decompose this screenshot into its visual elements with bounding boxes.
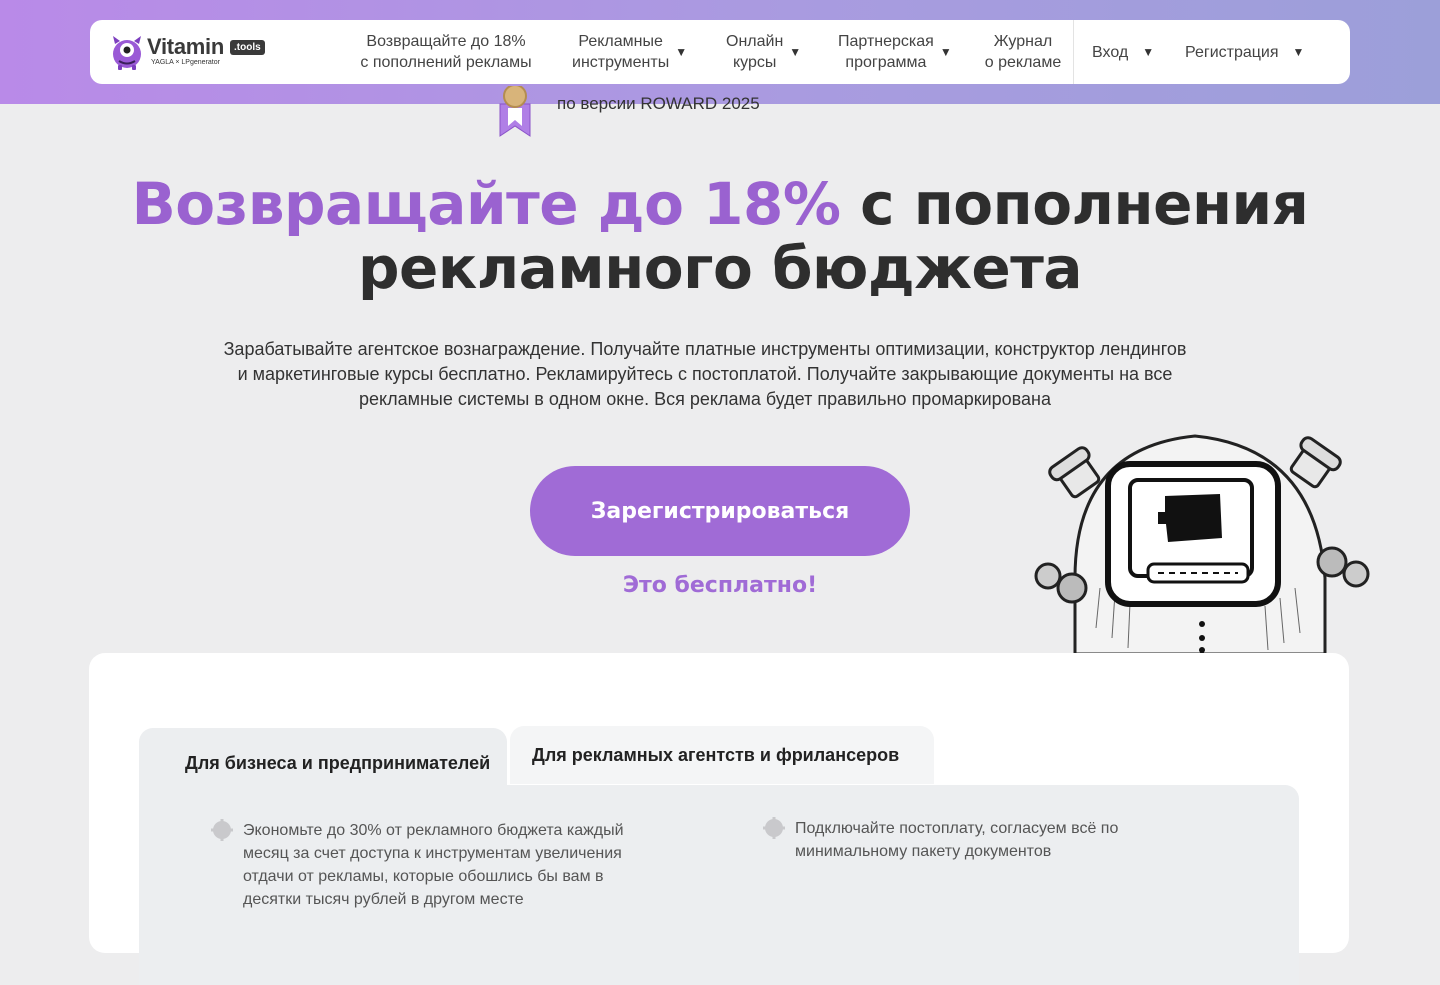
feature-item: Подключайте постоплату, согласуем всё по… [763,817,1165,863]
hero-title: Возвращайте до 18% с пополнения рекламно… [0,172,1440,300]
chevron-down-icon: ▼ [789,44,802,59]
robot-illustration [1034,434,1370,654]
nav-item-journal[interactable]: Журнал о рекламе [980,20,1066,84]
audience-card: Для бизнеса и предпринимателей Для рекла… [89,653,1349,985]
hero-title-accent: Возвращайте до 18% [131,170,841,238]
login-menu[interactable]: Вход ▼ [1092,20,1162,84]
feature-item: Экономьте до 30% от рекламного бюджета к… [211,819,663,911]
nav-item-line: инструменты [572,54,670,71]
tab-label: Для рекламных агентств и фрилансеров [532,744,900,765]
hero-subtitle: Зарабатывайте агентское вознаграждение. … [223,339,1187,409]
logo-wordmark: Vitamin [147,34,224,59]
logo-tag: .tools [230,40,265,55]
chevron-down-icon: ▼ [1142,44,1155,59]
tab-label: Для бизнеса и предпринимателей [185,752,491,773]
chevron-down-icon: ▼ [939,44,952,59]
nav-item-line: о рекламе [984,54,1062,71]
login-label: Вход [1092,43,1129,61]
nav-item-line: с пополнений рекламы [360,54,532,71]
top-navigation-bar: Vitamin .tools YAGLA × LPgenerator Возвр… [90,20,1350,84]
award-caption: по версии ROWARD 2025 [557,94,760,113]
gear-bullet-icon [211,819,233,841]
award-ribbon-icon [499,86,531,137]
nav-item-line: Партнерская [838,33,934,50]
tab-agencies[interactable]: Для рекламных агентств и фрилансеров [510,726,934,784]
nav-item-line: курсы [732,54,777,71]
nav-item-partner[interactable]: Партнерская программа ▼ [838,20,963,84]
logo-subtitle: YAGLA × LPgenerator [151,59,220,66]
register-menu[interactable]: Регистрация ▼ [1185,20,1325,84]
tab-panel: Экономьте до 30% от рекламного бюджета к… [139,785,1299,985]
feature-text: Экономьте до 30% от рекламного бюджета к… [243,822,624,908]
free-note: Это бесплатно! [622,573,818,598]
nav-item-line: Онлайн [726,33,784,50]
logo[interactable]: Vitamin .tools YAGLA × LPgenerator [110,32,270,72]
gear-bullet-icon [763,817,785,839]
nav-item-line: программа [845,54,927,71]
nav-item-line: Журнал [993,33,1053,50]
feature-text: Подключайте постоплату, согласуем всё по… [795,820,1119,860]
chevron-down-icon: ▼ [1292,44,1305,59]
register-button[interactable]: Зарегистрироваться [530,466,910,556]
register-label: Регистрация [1185,43,1279,61]
nav-item-cashback[interactable]: Возвращайте до 18% с пополнений рекламы [356,20,536,84]
nav-item-line: Рекламные [578,33,663,50]
nav-divider [1073,20,1074,84]
chevron-down-icon: ▼ [675,44,688,59]
nav-item-line: Возвращайте до 18% [366,33,526,50]
nav-item-courses[interactable]: Онлайн курсы ▼ [726,20,806,84]
nav-item-ad-tools[interactable]: Рекламные инструменты ▼ [572,20,692,84]
monster-mascot-icon [113,36,141,70]
